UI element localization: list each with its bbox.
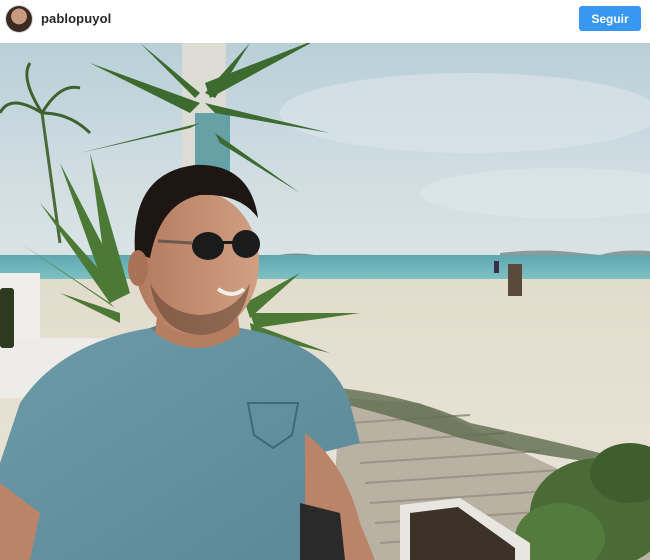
- username-link[interactable]: pablopuyol: [41, 11, 111, 26]
- distant-person: [494, 261, 499, 273]
- bottle: [0, 288, 14, 348]
- post-header: pablopuyol Seguir: [0, 0, 650, 42]
- cloud: [280, 73, 650, 153]
- profile-avatar[interactable]: [6, 6, 32, 32]
- post-photo[interactable]: [0, 43, 650, 560]
- beach-photo-illustration: [0, 43, 650, 560]
- ear: [128, 250, 148, 286]
- wooden-post: [508, 264, 522, 296]
- follow-button[interactable]: Seguir: [579, 6, 641, 31]
